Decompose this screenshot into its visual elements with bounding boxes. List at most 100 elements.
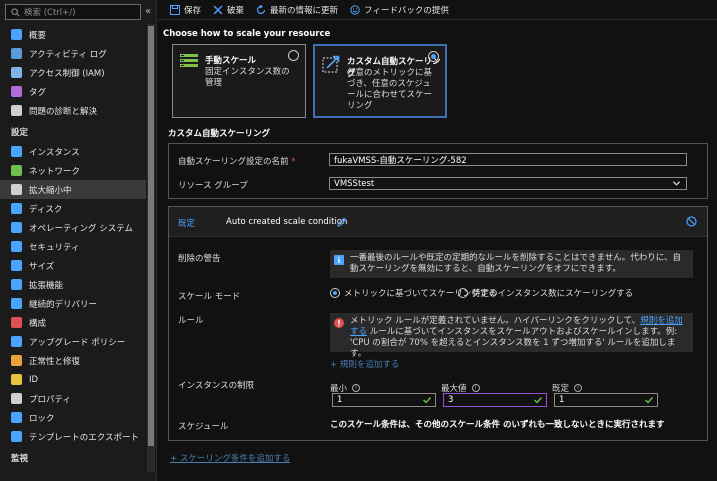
identity-icon: [11, 374, 22, 385]
search-input[interactable]: 検索 (Ctrl+/): [5, 4, 141, 20]
manual-scale-radio[interactable]: [288, 50, 299, 61]
resource-group-label: リソース グループ: [178, 181, 248, 191]
sidebar-item-settings-7[interactable]: 拡張機能: [0, 275, 146, 294]
rules-error-message: メトリック ルールが定義されていません。ハイパーリンクをクリックして、規則を追加…: [330, 313, 693, 359]
sidebar-item-settings-6[interactable]: サイズ: [0, 256, 146, 275]
sidebar-item-general-3[interactable]: タグ: [0, 82, 146, 101]
checkmark-icon: [645, 397, 654, 404]
sidebar-item-label: ID: [29, 374, 39, 385]
feedback-button[interactable]: フィードバックの提供: [350, 4, 449, 16]
smiley-icon: [350, 4, 360, 15]
upgrade-icon: [11, 336, 22, 347]
sidebar-item-label: テンプレートのエクスポート: [29, 432, 139, 443]
sidebar-item-general-1[interactable]: アクティビティ ログ: [0, 44, 146, 63]
sidebar-item-settings-14[interactable]: ロック: [0, 408, 146, 427]
default-instances-input[interactable]: 1: [554, 393, 658, 407]
scale-mode-count-radio[interactable]: [458, 288, 468, 298]
sidebar-item-settings-13[interactable]: プロパティ: [0, 389, 146, 408]
sidebar-item-settings-5[interactable]: セキュリティ: [0, 237, 146, 256]
sidebar-item-label: ネットワーク: [29, 166, 81, 177]
sidebar-item-settings-4[interactable]: オペレーティング システム: [0, 218, 146, 237]
sidebar-item-label: セキュリティ: [29, 242, 80, 253]
command-bar: 保存 破棄 最新の情報に更新 フィードバックの提供: [158, 0, 717, 20]
search-icon: [11, 7, 20, 16]
save-button[interactable]: 保存: [170, 4, 201, 16]
max-instances-input[interactable]: 3: [443, 393, 547, 407]
add-scale-condition-link[interactable]: + スケーリング条件を追加する: [170, 452, 290, 464]
manual-scale-title: 手動スケール: [205, 56, 257, 66]
condition-name: Auto created scale condition: [226, 217, 348, 227]
sidebar-scrollbar-thumb[interactable]: [148, 26, 154, 446]
add-rule-link[interactable]: + 規則を追加する: [330, 358, 399, 370]
sidebar-section-monitoring: 監視: [11, 454, 29, 464]
sidebar-item-label: オペレーティング システム: [29, 223, 133, 234]
sidebar-item-settings-10[interactable]: アップグレード ポリシー: [0, 332, 146, 351]
sidebar-item-settings-15[interactable]: テンプレートのエクスポート: [0, 427, 146, 446]
search-placeholder: 検索 (Ctrl+/): [24, 8, 76, 18]
condition-header: 既定 Auto created scale condition: [169, 207, 707, 237]
sidebar-item-general-0[interactable]: 概要: [0, 25, 146, 44]
sidebar-nav: 概要 アクティビティ ログ アクセス制御 (IAM) タグ 問題の診断と解決 設定 インスタ…: [0, 25, 146, 468]
manual-scale-card[interactable]: 手動スケール 固定インスタンス数の管理: [172, 44, 306, 118]
sidebar-item-label: アップグレード ポリシー: [29, 337, 126, 348]
sidebar-item-label: 拡張機能: [29, 280, 64, 291]
delete-warning-label: 削除の警告: [178, 254, 221, 264]
sidebar-item-label: ロック: [29, 413, 55, 424]
sidebar-item-settings-9[interactable]: 構成: [0, 313, 146, 332]
sidebar-item-label: 概要: [29, 30, 47, 41]
page-heading: Choose how to scale your resource: [163, 29, 331, 39]
lock-icon: [11, 412, 22, 423]
sidebar-item-settings-2[interactable]: 拡大縮小中: [0, 180, 146, 199]
sidebar-item-settings-1[interactable]: ネットワーク: [0, 161, 146, 180]
manual-scale-icon: [180, 54, 198, 67]
sidebar-item-general-4[interactable]: 問題の診断と解決: [0, 101, 146, 120]
tag-icon: [11, 86, 22, 97]
checkmark-icon: [534, 397, 543, 404]
discard-button[interactable]: 破棄: [213, 4, 244, 16]
sidebar: 検索 (Ctrl+/) « 概要アクティビティ ログ アクセス制御 (IAM) タグ…: [0, 0, 157, 481]
sidebar-item-label: インスタンス: [29, 147, 80, 158]
sidebar-item-label: サイズ: [29, 261, 55, 272]
sidebar-item-settings-12[interactable]: ID: [0, 370, 146, 389]
refresh-button[interactable]: 最新の情報に更新: [256, 4, 338, 16]
info-circle-icon[interactable]: i: [352, 384, 361, 392]
chevron-down-icon: [672, 181, 681, 186]
sidebar-item-label: 問題の診断と解決: [29, 106, 98, 117]
sidebar-item-settings-11[interactable]: 正常性と修復: [0, 351, 146, 370]
overview-icon: [11, 29, 22, 40]
error-icon: [334, 318, 344, 328]
sidebar-item-settings-8[interactable]: 継続的デリバリー: [0, 294, 146, 313]
sidebar-item-label: 構成: [29, 318, 47, 329]
sidebar-item-general-2[interactable]: アクセス制御 (IAM): [0, 63, 146, 82]
info-icon: [334, 255, 344, 265]
scale-mode-count-option[interactable]: 特定のインスタンス数にスケーリングする: [458, 287, 633, 299]
export-icon: [11, 431, 22, 442]
resource-group-select[interactable]: VMSStest: [329, 177, 687, 190]
network-icon: [11, 165, 22, 176]
scale-icon: [11, 184, 22, 195]
manual-scale-desc: 固定インスタンス数の管理: [205, 67, 290, 88]
sidebar-item-settings-0[interactable]: インスタンス: [0, 142, 146, 161]
custom-autoscale-card[interactable]: カスタム自動スケーリング 任意のメトリックに基づき、任意のスケジュールに合わせて…: [313, 44, 447, 118]
os-icon: [11, 222, 22, 233]
scale-mode-metric-radio[interactable]: [330, 288, 340, 298]
min-instances-input[interactable]: 1: [332, 393, 436, 407]
required-marker: *: [291, 157, 296, 167]
sidebar-item-label: 拡大縮小中: [29, 185, 72, 196]
pencil-icon[interactable]: [337, 217, 347, 227]
autoscale-settings-box: 自動スケーリング設定の名前 * fukaVMSS-自動スケーリング-582 リソ…: [168, 143, 708, 199]
custom-autoscale-radio[interactable]: [428, 51, 439, 62]
sidebar-item-label: 継続的デリバリー: [29, 299, 98, 310]
info-circle-icon[interactable]: i: [471, 384, 480, 392]
activity-log-icon: [11, 48, 22, 59]
disable-icon[interactable]: [686, 216, 697, 227]
custom-autoscale-desc: 任意のメトリックに基づき、任意のスケジュールに合わせてスケーリング: [347, 68, 433, 111]
info-circle-icon[interactable]: i: [574, 384, 583, 392]
setting-name-input[interactable]: fukaVMSS-自動スケーリング-582: [329, 153, 687, 166]
setting-name-label: 自動スケーリング設定の名前 *: [178, 157, 296, 167]
rules-label: ルール: [178, 316, 204, 326]
sidebar-scrollbar[interactable]: [147, 24, 155, 472]
sidebar-item-settings-3[interactable]: ディスク: [0, 199, 146, 218]
schedule-text: このスケール条件は、その他のスケール条件 のいずれも一致しないときに実行されます: [330, 420, 665, 430]
collapse-sidebar-button[interactable]: «: [145, 6, 151, 17]
